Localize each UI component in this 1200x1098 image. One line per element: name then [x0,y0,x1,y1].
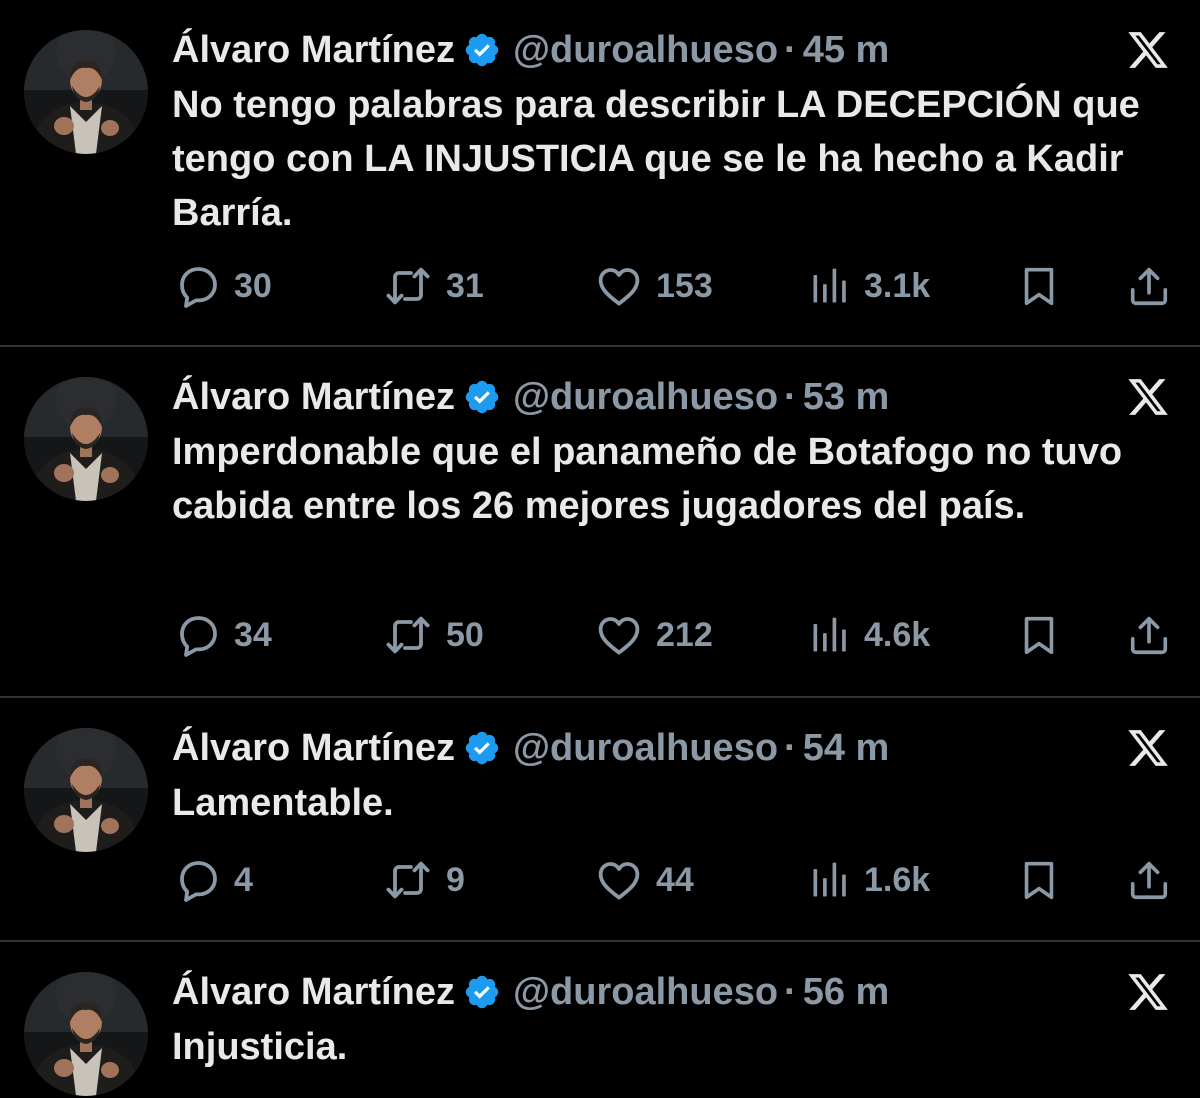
heart-icon [594,611,644,659]
tweet-actions: 30 31 153 3.1k [0,261,1200,311]
retweet-count: 9 [446,860,465,899]
reply-count: 4 [234,860,253,899]
view-count: 4.6k [864,615,931,654]
bookmark-icon [1016,857,1062,903]
like-button[interactable]: 212 [594,610,713,660]
tweet-actions: 4 9 44 1.6k [0,855,1200,905]
views-bar-chart-icon [808,264,852,308]
tweet-header: Álvaro Martínez @duroalhueso · 54 m [172,724,889,772]
tweet-text: No tengo palabras para describir LA DECE… [172,84,1151,234]
author-handle[interactable]: @duroalhueso [513,26,778,74]
avatar[interactable] [24,972,148,1096]
view-count: 1.6k [864,860,931,899]
verified-badge-icon [463,973,501,1011]
avatar[interactable] [24,30,148,154]
retweet-icon [382,611,434,659]
share-button[interactable] [1126,261,1172,311]
tweet-timestamp[interactable]: 56 m [803,968,890,1016]
tweet-card-1[interactable]: Álvaro Martínez @duroalhueso · 45 m No t… [0,0,1200,347]
reply-button[interactable]: 30 [174,261,272,311]
avatar-photo [24,30,148,154]
reply-count: 30 [234,266,272,305]
heart-icon [594,856,644,904]
views-button[interactable]: 1.6k [808,855,930,905]
retweet-count: 31 [446,266,484,305]
retweet-button[interactable]: 50 [382,610,484,660]
avatar[interactable] [24,728,148,852]
x-logo-icon [1126,375,1170,419]
author-handle[interactable]: @duroalhueso [513,373,778,421]
tweet-text: Injusticia. [172,1026,348,1068]
x-logo-icon [1126,28,1170,72]
view-count: 3.1k [864,266,931,305]
avatar[interactable] [24,377,148,501]
x-logo-icon [1126,726,1170,770]
views-bar-chart-icon [808,613,852,657]
separator-dot: · [784,727,797,769]
tweet-header: Álvaro Martínez @duroalhueso · 45 m [172,26,889,74]
tweet-card-2[interactable]: Álvaro Martínez @duroalhueso · 53 m Impe… [0,347,1200,698]
tweet-text: Lamentable. [172,782,394,824]
share-button[interactable] [1126,855,1172,905]
reply-bubble-icon [174,611,222,659]
x-logo-icon [1126,970,1170,1014]
tweet-actions: 34 50 212 4.6k [0,610,1200,660]
retweet-icon [382,262,434,310]
tweet-text: Imperdonable que el panameño de Botafogo… [172,431,1133,527]
avatar-photo [24,377,148,501]
tweet-timestamp[interactable]: 45 m [803,26,890,74]
bookmark-button[interactable] [1016,610,1062,660]
verified-badge-icon [463,378,501,416]
share-upload-icon [1126,263,1172,309]
like-button[interactable]: 44 [594,855,694,905]
reply-button[interactable]: 4 [174,855,253,905]
retweet-count: 50 [446,615,484,654]
tweet-header: Álvaro Martínez @duroalhueso · 56 m [172,968,889,1016]
author-name[interactable]: Álvaro Martínez [172,724,455,772]
tweet-header: Álvaro Martínez @duroalhueso · 53 m [172,373,889,421]
separator-dot: · [784,29,797,71]
verified-badge-icon [463,729,501,767]
avatar-photo [24,972,148,1096]
tweet-card-4[interactable]: Álvaro Martínez @duroalhueso · 56 m Inju… [0,942,1200,1098]
avatar-photo [24,728,148,852]
author-handle[interactable]: @duroalhueso [513,968,778,1016]
tweet-timestamp[interactable]: 54 m [803,724,890,772]
author-name[interactable]: Álvaro Martínez [172,373,455,421]
views-bar-chart-icon [808,858,852,902]
verified-badge-icon [463,31,501,69]
reply-button[interactable]: 34 [174,610,272,660]
retweet-button[interactable]: 31 [382,261,484,311]
tweet-timestamp[interactable]: 53 m [803,373,890,421]
retweet-button[interactable]: 9 [382,855,465,905]
like-button[interactable]: 153 [594,261,713,311]
views-button[interactable]: 4.6k [808,610,930,660]
author-name[interactable]: Álvaro Martínez [172,968,455,1016]
heart-icon [594,262,644,310]
reply-count: 34 [234,615,272,654]
retweet-icon [382,856,434,904]
share-button[interactable] [1126,610,1172,660]
reply-bubble-icon [174,856,222,904]
reply-bubble-icon [174,262,222,310]
like-count: 44 [656,860,694,899]
separator-dot: · [784,376,797,418]
views-button[interactable]: 3.1k [808,261,930,311]
bookmark-icon [1016,612,1062,658]
share-upload-icon [1126,857,1172,903]
author-handle[interactable]: @duroalhueso [513,724,778,772]
share-upload-icon [1126,612,1172,658]
separator-dot: · [784,971,797,1013]
tweet-card-3[interactable]: Álvaro Martínez @duroalhueso · 54 m Lame… [0,698,1200,942]
author-name[interactable]: Álvaro Martínez [172,26,455,74]
bookmark-button[interactable] [1016,855,1062,905]
bookmark-icon [1016,263,1062,309]
like-count: 212 [656,615,713,654]
bookmark-button[interactable] [1016,261,1062,311]
like-count: 153 [656,266,713,305]
